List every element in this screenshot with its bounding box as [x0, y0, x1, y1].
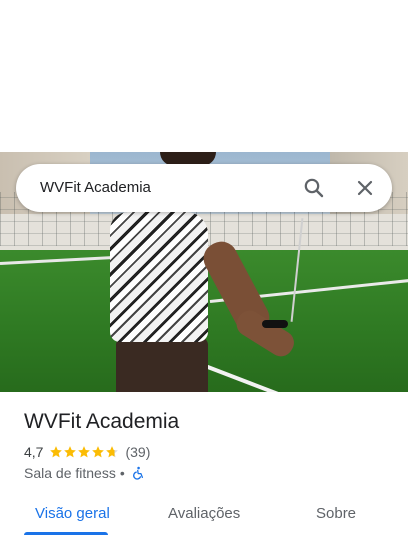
rating-value: 4,7	[24, 444, 44, 460]
place-tabs: Visão geral Avaliações Sobre	[0, 494, 408, 544]
tab-about[interactable]: Sobre	[316, 504, 356, 524]
place-category: Sala de fitness	[24, 465, 116, 481]
search-bar[interactable]: WVFit Academia	[16, 164, 392, 212]
star-icon	[64, 446, 77, 458]
photo-rope-handle	[262, 320, 288, 328]
search-icon[interactable]	[302, 176, 326, 200]
star-icon	[78, 446, 91, 458]
rating-row[interactable]: 4,7 (39)	[24, 443, 150, 461]
photo-person-shorts	[116, 337, 208, 392]
place-title: WVFit Academia	[24, 410, 180, 433]
star-rating	[49, 445, 119, 459]
top-blank-area	[0, 0, 408, 152]
photo-person-shirt	[110, 212, 208, 342]
category-row: Sala de fitness •	[24, 464, 145, 482]
search-input[interactable]: WVFit Academia	[40, 178, 151, 198]
star-icon	[106, 446, 119, 458]
active-tab-indicator	[24, 532, 108, 535]
wheelchair-icon	[129, 466, 145, 480]
tab-overview[interactable]: Visão geral	[35, 504, 110, 524]
review-count[interactable]: (39)	[125, 444, 150, 460]
separator-dot: •	[119, 465, 125, 481]
star-icon	[50, 446, 63, 458]
star-icon	[92, 446, 105, 458]
close-icon[interactable]	[353, 176, 377, 200]
tab-reviews[interactable]: Avaliações	[168, 504, 240, 524]
